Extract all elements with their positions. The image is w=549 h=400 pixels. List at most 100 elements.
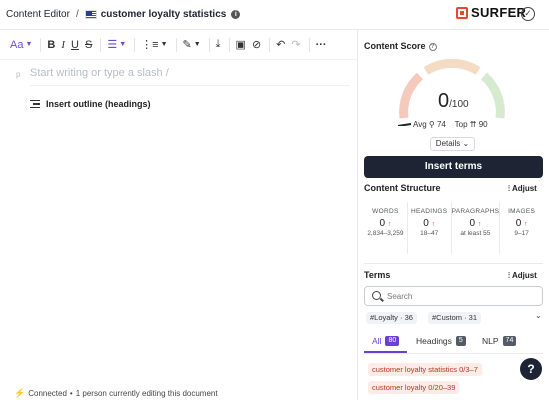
search-icon xyxy=(372,291,381,300)
term-count: 0/3–7 xyxy=(459,365,478,374)
top-label: Top xyxy=(454,120,468,129)
stat-headings: HEADINGS 0 ↑ 18–47 xyxy=(408,202,452,254)
underline-button[interactable]: U xyxy=(71,35,79,55)
tab-nlp[interactable]: NLP 74 xyxy=(482,336,517,346)
term-item[interactable]: customer loyalty 0/20–39 xyxy=(368,381,460,394)
topic-chip[interactable]: #Loyalty · 36 xyxy=(366,312,417,324)
image-button[interactable]: ▣ xyxy=(236,35,246,55)
insert-terms-button[interactable]: Insert terms xyxy=(364,156,543,178)
link-button[interactable]: ⊘ xyxy=(252,35,261,55)
adjust-structure-button[interactable]: ⫶ Adjust xyxy=(508,184,537,194)
document-title: customer loyalty statistics xyxy=(84,9,226,20)
gauge-low-segment xyxy=(399,72,424,119)
editor-toolbar: Aa ▼ B I U S ☰ ▼ ⋮≡ ▼ ✎ ▼ ⤓ ▣ ⊘ ↶ ↷ ··· xyxy=(0,30,357,60)
info-icon[interactable]: i xyxy=(231,10,241,19)
us-flag-icon xyxy=(84,10,97,19)
topic-chip[interactable]: #Custom · 31 xyxy=(428,312,482,324)
content-structure-title: Content Structure xyxy=(364,183,441,193)
brand-name: SURFER xyxy=(471,5,527,20)
toolbar-divider xyxy=(100,37,102,52)
strikethrough-button[interactable]: S xyxy=(85,35,92,55)
help-chat-button[interactable]: ? xyxy=(520,358,542,380)
outline-icon xyxy=(30,99,40,109)
terms-title: Terms xyxy=(364,270,391,280)
toolbar-divider xyxy=(134,37,136,52)
stat-images: IMAGES 0 ↑ 9–17 xyxy=(500,202,543,254)
align-dropdown[interactable]: ☰ ▼ xyxy=(107,35,126,55)
connection-status-text: Connected xyxy=(28,389,67,398)
clear-format-button[interactable]: ⤓ xyxy=(216,35,221,55)
list-dropdown[interactable]: ⋮≡ ▼ xyxy=(141,35,167,55)
score-max: /100 xyxy=(449,99,469,110)
search-input[interactable] xyxy=(387,290,537,303)
details-button[interactable]: Details ⌄ xyxy=(430,137,475,151)
arrow-up-icon: ↑ xyxy=(524,221,528,228)
arrow-up-icon: ↑ xyxy=(431,221,436,228)
gauge-mid-segment xyxy=(423,58,481,75)
arrow-up-icon: ↑ xyxy=(387,221,392,228)
stat-words: WORDS 0 ↑ 2,834–3,259 xyxy=(364,202,408,254)
editor-area[interactable]: p Start writing or type a slash / Insert… xyxy=(0,60,357,385)
stat-label: IMAGES xyxy=(508,208,536,215)
redo-button[interactable]: ↷ xyxy=(291,35,300,55)
adjust-terms-button[interactable]: ⫶ Adjust xyxy=(508,271,537,281)
stat-number: 0 xyxy=(379,218,386,229)
surfer-logo-icon xyxy=(456,6,468,19)
content-structure-stats: WORDS 0 ↑ 2,834–3,259 HEADINGS 0 ↑ 18–47… xyxy=(364,202,543,254)
check-circle-icon[interactable]: ✓ xyxy=(521,7,535,21)
terms-search[interactable] xyxy=(364,286,543,306)
insert-outline-button[interactable]: Insert outline (headings) xyxy=(30,99,151,109)
stat-value: 0 ↑ xyxy=(364,218,407,229)
editor-placeholder[interactable]: Start writing or type a slash / xyxy=(30,67,169,79)
footer-bullet: • xyxy=(69,389,73,398)
avg-top-scores: Avg ⚲ 74 Top ⇈ 90 xyxy=(413,120,488,129)
stat-number: 0 xyxy=(469,218,476,229)
score-number: 0 xyxy=(438,90,450,112)
toolbar-divider xyxy=(40,37,42,52)
top-value: 90 xyxy=(478,120,488,129)
bold-button[interactable]: B xyxy=(47,35,55,55)
stat-range: at least 55 xyxy=(460,230,491,237)
stat-value: 0 ↑ xyxy=(452,218,500,229)
stat-value: 0 ↑ xyxy=(500,218,543,229)
font-style-dropdown[interactable]: Aa ▼ xyxy=(10,35,32,55)
details-label: Details xyxy=(435,139,461,148)
term-item[interactable]: customer loyalty statistics 0/3–7 xyxy=(368,363,482,376)
help-icon[interactable]: ? xyxy=(428,43,437,51)
more-options-button[interactable]: ··· xyxy=(316,35,327,55)
score-value: 0/100 xyxy=(438,90,469,113)
stat-label: WORDS xyxy=(372,208,399,215)
adjust-label: Adjust xyxy=(511,184,537,193)
toolbar-divider xyxy=(208,37,210,52)
tabs-divider xyxy=(364,353,543,354)
adjust-label: Adjust xyxy=(511,271,537,280)
toolbar-divider xyxy=(175,37,177,52)
content-score-title: Content Score? xyxy=(364,41,437,51)
editor-divider xyxy=(30,85,350,86)
highlight-dropdown[interactable]: ✎ ▼ xyxy=(183,35,201,55)
italic-button[interactable]: I xyxy=(61,35,65,55)
stat-range: 18–47 xyxy=(420,230,439,237)
stat-range: 9–17 xyxy=(514,230,529,237)
top-bar: Content Editor / customer loyalty statis… xyxy=(0,0,549,30)
tab-count-badge: 80 xyxy=(385,336,400,346)
insert-outline-label: Insert outline (headings) xyxy=(46,99,151,109)
chevron-down-icon[interactable]: ⌄ xyxy=(535,311,542,320)
tab-all[interactable]: All 80 xyxy=(372,336,400,346)
breadcrumb-root[interactable]: Content Editor xyxy=(6,9,70,20)
tab-label: Headings xyxy=(416,336,452,346)
editing-note: 1 person currently editing this document xyxy=(75,389,218,398)
stat-number: 0 xyxy=(515,218,522,229)
sliders-icon: ⫶ xyxy=(508,184,510,193)
chevron-down-icon: ▼ xyxy=(119,41,127,48)
chevron-down-icon: ⌄ xyxy=(462,139,470,148)
tab-count-badge: 5 xyxy=(455,336,466,346)
content-score-panel: Content Score? 0/100 Avg ⚲ 74 Top ⇈ 90 D… xyxy=(358,30,549,400)
tab-headings[interactable]: Headings 5 xyxy=(416,336,466,346)
toolbar-divider xyxy=(269,37,271,52)
breadcrumb-separator: / xyxy=(75,9,79,20)
avg-value: 74 xyxy=(436,120,446,129)
gauge-high-segment xyxy=(480,72,505,119)
undo-button[interactable]: ↶ xyxy=(276,35,285,55)
breadcrumb: Content Editor / customer loyalty statis… xyxy=(6,9,241,20)
